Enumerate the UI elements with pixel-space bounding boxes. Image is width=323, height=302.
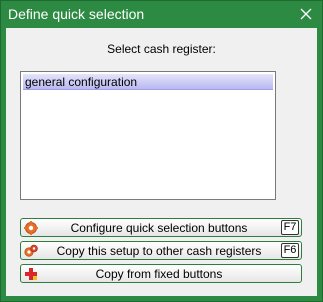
shortcut-f6: F6 [281,243,299,258]
copy-setup-button[interactable]: Copy this setup to other cash registers … [20,241,302,260]
shortcut-f7: F7 [281,220,299,235]
gear-icon [24,221,38,235]
dialog-window: Define quick selection Select cash regis… [0,0,323,302]
close-icon [300,8,312,20]
select-register-label: Select cash register: [107,42,216,56]
title-bar[interactable]: Define quick selection [1,1,322,28]
cash-register-list[interactable]: general configuration [20,71,276,200]
window-title: Define quick selection [8,6,145,22]
copy-from-fixed-label: Copy from fixed buttons [95,267,223,281]
configure-quick-selection-button[interactable]: Configure quick selection buttons F7 [20,218,302,237]
dialog-content: Select cash register: general configurat… [6,28,317,296]
red-cross-icon [25,268,37,280]
close-button[interactable] [296,4,316,24]
copy-from-fixed-button[interactable]: Copy from fixed buttons [20,264,302,283]
copy-gears-icon [24,244,38,257]
list-item[interactable]: general configuration [23,74,273,90]
configure-button-label: Configure quick selection buttons [70,221,248,235]
copy-setup-label: Copy this setup to other cash registers [56,244,262,258]
